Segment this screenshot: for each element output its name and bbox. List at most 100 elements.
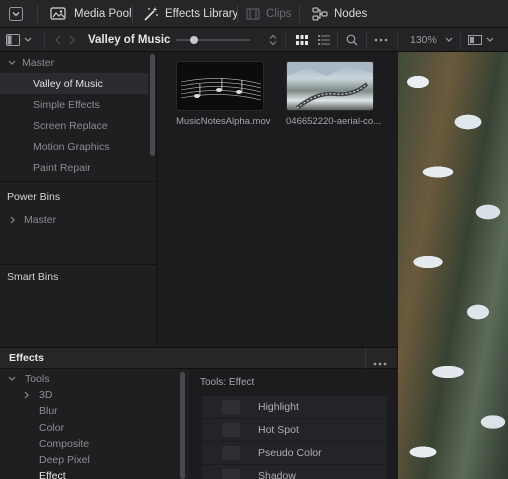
top-toolbar: Media Pool Effects Library Clips Nodes [0, 0, 508, 28]
ellipsis-icon [374, 38, 388, 42]
effects-tree-scrollbar[interactable] [180, 372, 185, 479]
power-bins-title: Power Bins [7, 191, 61, 203]
bin-item-screen-replace[interactable]: Screen Replace [0, 115, 148, 136]
nodes-button[interactable]: Nodes [312, 0, 367, 28]
back-button[interactable] [54, 28, 62, 52]
effect-item-hot-spot[interactable]: Hot Spot [202, 419, 387, 441]
current-bin-title: Valley of Music [88, 34, 171, 46]
effects-options-button[interactable] [373, 357, 387, 369]
tree-tools[interactable]: Tools [8, 373, 50, 385]
effect-item-label: Highlight [258, 401, 299, 413]
tree-item-effect[interactable]: Effect [39, 470, 66, 479]
media-pool-label: Media Pool [74, 8, 132, 20]
panel-toggle-button[interactable] [8, 0, 24, 28]
list-view-button[interactable] [318, 28, 330, 52]
forward-button[interactable] [68, 28, 76, 52]
power-bin-master[interactable]: Master [0, 209, 148, 230]
zoom-select[interactable]: 130% [410, 28, 453, 52]
bin-item-label: Valley of Music [33, 77, 103, 90]
zoom-value: 130% [410, 34, 437, 46]
bin-item-paint-repair[interactable]: Paint Repair [0, 157, 148, 178]
clips-label: Clips [266, 8, 292, 20]
bin-item-valley-of-music[interactable]: Valley of Music [0, 73, 148, 94]
clips-button[interactable]: Clips [246, 0, 292, 28]
chevron-down-icon [24, 37, 32, 43]
shadow-effect-icon [222, 469, 240, 479]
chevron-down-icon [486, 37, 494, 43]
magic-wand-icon [143, 6, 159, 22]
bin-list-scrollbar[interactable] [150, 54, 155, 156]
music-notes-thumbnail-icon [180, 78, 262, 101]
pseudo-color-effect-icon [222, 446, 240, 460]
slider-handle[interactable] [190, 36, 198, 44]
search-icon [346, 34, 358, 46]
effect-item-shadow[interactable]: Shadow [202, 465, 387, 479]
bin-item-label: Screen Replace [33, 119, 108, 132]
power-bin-master-label: Master [24, 213, 57, 226]
chevron-left-icon [54, 35, 62, 45]
tree-item-deep-pixel[interactable]: Deep Pixel [39, 454, 90, 466]
tree-item-3d[interactable]: 3D [24, 389, 52, 401]
nodes-icon [312, 7, 328, 21]
clip-name: MusicNotesAlpha.mov [176, 116, 271, 127]
effects-tree: Tools 3D Blur Color Composite Deep Pixel… [0, 369, 190, 479]
chevron-down-icon [445, 37, 453, 43]
clip-thumbnail[interactable] [176, 61, 264, 111]
chevron-down-icon [8, 60, 16, 66]
aerial-road-thumbnail-icon [287, 62, 373, 110]
effects-list-title: Tools: Effect [200, 377, 255, 388]
sidebar-icon [6, 34, 20, 46]
media-pool-clips: MusicNotesAlpha.mov 046652220-aerial-co.… [158, 52, 397, 346]
tree-item-composite[interactable]: Composite [39, 438, 89, 450]
effects-list: Tools: Effect Highlight Hot Spot Pseudo … [192, 369, 397, 479]
nodes-label: Nodes [334, 8, 368, 20]
sort-arrows-icon [268, 34, 278, 46]
viewer-image[interactable] [398, 52, 508, 479]
tree-tools-label: Tools [25, 373, 50, 385]
chevron-right-icon [68, 35, 76, 45]
effect-item-highlight[interactable]: Highlight [202, 396, 387, 418]
tree-item-color[interactable]: Color [39, 422, 64, 434]
bin-item-label: Paint Repair [33, 161, 91, 174]
tree-item-label: 3D [39, 389, 53, 401]
bin-item-motion-graphics[interactable]: Motion Graphics [0, 136, 148, 157]
chevron-right-icon [10, 216, 16, 224]
thumbnail-size-slider[interactable] [176, 28, 250, 52]
thumbnail-view-button[interactable] [296, 28, 308, 52]
media-pool-button[interactable]: Media Pool [50, 0, 132, 28]
effect-item-pseudo-color[interactable]: Pseudo Color [202, 442, 387, 464]
viewer-layout-button[interactable] [468, 28, 494, 52]
effects-library-button[interactable]: Effects Library [143, 0, 238, 28]
bin-item-label: Simple Effects [33, 98, 100, 111]
bin-list-toggle[interactable] [6, 28, 32, 52]
chevron-down-box-icon [8, 6, 24, 22]
more-options-button[interactable] [374, 28, 388, 52]
bin-master-label: Master [22, 56, 55, 69]
effect-item-label: Pseudo Color [258, 447, 322, 459]
smart-bins-title: Smart Bins [7, 271, 59, 283]
chevron-right-icon [24, 391, 30, 399]
effects-title: Effects [9, 352, 45, 364]
ellipsis-icon [373, 362, 387, 366]
bin-item-simple-effects[interactable]: Simple Effects [0, 94, 148, 115]
bin-master[interactable]: Master [0, 52, 148, 73]
effect-item-label: Hot Spot [258, 424, 299, 436]
clips-icon [246, 8, 260, 20]
clip-thumbnail[interactable] [286, 61, 374, 111]
media-pool-icon [50, 7, 68, 21]
layout-icon [468, 35, 482, 45]
sort-button[interactable] [268, 28, 278, 52]
bin-item-label: Motion Graphics [33, 140, 110, 153]
highlight-effect-icon [222, 400, 240, 414]
effect-item-label: Shadow [258, 470, 296, 479]
search-button[interactable] [346, 28, 358, 52]
grid-icon [296, 35, 308, 45]
tree-item-blur[interactable]: Blur [39, 405, 58, 417]
clip-name: 046652220-aerial-co... [286, 116, 382, 127]
hot-spot-effect-icon [222, 423, 240, 437]
media-pool-toolbar: Valley of Music 130% [0, 28, 508, 52]
bin-list-panel: Master Valley of Music Simple Effects Sc… [0, 52, 157, 346]
list-icon [318, 35, 330, 45]
effects-library-label: Effects Library [165, 8, 239, 20]
chevron-down-icon [8, 376, 16, 382]
